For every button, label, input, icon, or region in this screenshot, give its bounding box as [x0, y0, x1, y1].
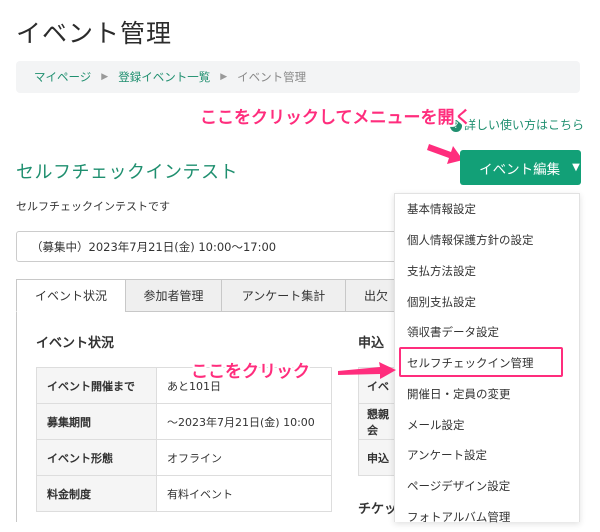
- caret-down-icon: ▼: [572, 162, 580, 173]
- event-status-box: （募集中）2023年7月21日(金) 10:00〜17:00: [16, 231, 416, 262]
- event-status-table: イベント開催まで あと101日 募集期間 〜2023年7月21日(金) 10:00 …: [36, 367, 332, 512]
- menu-item-individual-payment[interactable]: 個別支払設定: [395, 287, 579, 317]
- breadcrumb-separator-icon: ▶: [220, 72, 228, 82]
- table-key: 料金制度: [36, 475, 157, 512]
- breadcrumb-event-list[interactable]: 登録イベント一覧: [118, 69, 210, 85]
- annotation-arrow-icon: [338, 362, 396, 379]
- table-row: 募集期間 〜2023年7月21日(金) 10:00: [36, 403, 332, 440]
- table-value: オフライン: [156, 439, 332, 476]
- table-row: 申込: [358, 439, 399, 476]
- table-key: イベント形態: [36, 439, 157, 476]
- applications-table: イベ 懇親会 申込: [358, 367, 399, 476]
- menu-item-photo-album[interactable]: フォトアルバム管理: [395, 502, 579, 532]
- event-description: セルフチェックインテストです: [16, 200, 170, 213]
- page-title: イベント管理: [16, 19, 173, 48]
- menu-item-date-capacity[interactable]: 開催日・定員の変更: [395, 379, 579, 409]
- table-row: 懇親会: [358, 403, 399, 440]
- tab-survey[interactable]: アンケート集計: [221, 279, 346, 312]
- menu-item-page-design[interactable]: ページデザイン設定: [395, 471, 579, 501]
- tab-label: イベント状況: [34, 289, 107, 303]
- breadcrumb: マイページ ▶ 登録イベント一覧 ▶ イベント管理: [16, 61, 580, 93]
- menu-item-payment-method[interactable]: 支払方法設定: [395, 256, 579, 286]
- section-title-event-status: イベント状況: [36, 336, 115, 351]
- table-row: イベント形態 オフライン: [36, 439, 332, 476]
- menu-item-basic-info[interactable]: 基本情報設定: [395, 194, 579, 224]
- tab-label: 出欠: [364, 289, 389, 303]
- breadcrumb-mypage[interactable]: マイページ: [34, 69, 91, 85]
- menu-item-receipt-data[interactable]: 領収書データ設定: [395, 317, 579, 347]
- table-key: イベント開催まで: [36, 367, 157, 404]
- annotation-open-menu: ここをクリックしてメニューを開く: [200, 108, 472, 128]
- section-title-applications: 申込: [358, 336, 385, 351]
- panel-border: [16, 312, 17, 522]
- event-edit-button[interactable]: イベント編集 ▼: [460, 150, 581, 185]
- tab-event-status[interactable]: イベント状況: [16, 279, 126, 312]
- annotation-highlight-box: [399, 347, 563, 377]
- table-value: 有料イベント: [156, 475, 332, 512]
- tab-label: 参加者管理: [143, 289, 204, 303]
- menu-item-privacy-policy[interactable]: 個人情報保護方針の設定: [395, 225, 579, 255]
- tab-label: アンケート集計: [241, 289, 326, 303]
- event-edit-label: イベント編集: [479, 161, 561, 178]
- menu-item-survey-settings[interactable]: アンケート設定: [395, 440, 579, 470]
- event-status-text: （募集中）2023年7月21日(金) 10:00〜17:00: [31, 239, 277, 254]
- event-name: セルフチェックインテスト: [16, 162, 238, 183]
- annotation-click-here: ここをクリック: [191, 362, 310, 382]
- annotation-arrow-icon: [427, 144, 463, 164]
- table-row: 料金制度 有料イベント: [36, 475, 332, 512]
- table-key: 募集期間: [36, 403, 157, 440]
- tab-divider: [126, 311, 396, 312]
- table-key: 申込: [358, 439, 399, 476]
- menu-item-mail-settings[interactable]: メール設定: [395, 410, 579, 440]
- breadcrumb-current: イベント管理: [237, 70, 307, 84]
- help-link-label: 詳しい使い方はこちら: [464, 118, 585, 132]
- table-key: 懇親会: [358, 403, 399, 440]
- section-title-tickets: チケッ: [358, 502, 398, 517]
- tab-participants[interactable]: 参加者管理: [125, 279, 222, 312]
- table-value: 〜2023年7月21日(金) 10:00: [156, 403, 332, 440]
- breadcrumb-separator-icon: ▶: [101, 72, 109, 82]
